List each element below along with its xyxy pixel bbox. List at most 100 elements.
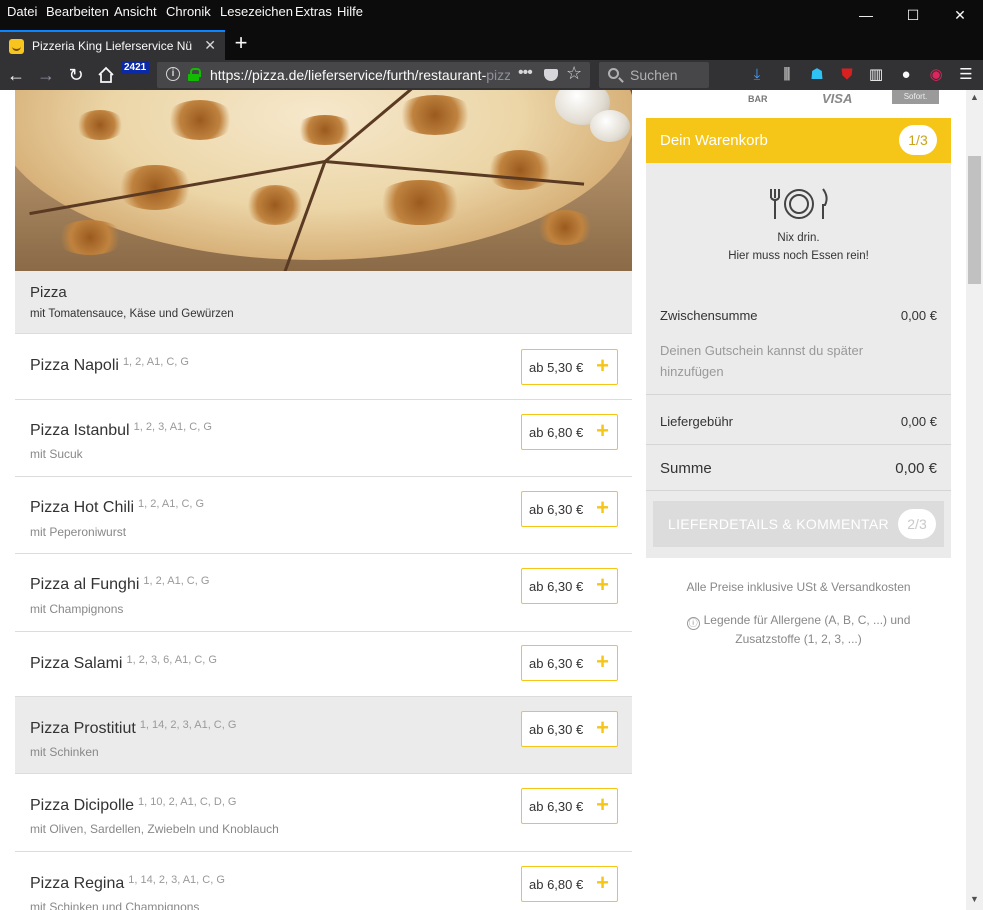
step-indicator: 2/3	[898, 509, 936, 539]
add-to-cart-button[interactable]: ab 6,80 € +	[521, 866, 618, 902]
dish-additives: 1, 14, 2, 3, A1, C, G	[139, 719, 237, 731]
tab-bar: Pizzeria King Lieferservice Nürnberg ✕ +	[0, 30, 983, 60]
dish-description: mit Sucuk	[30, 447, 83, 461]
dish-name: Pizza Prostitiut	[30, 720, 136, 737]
dish-price: ab 5,30 €	[529, 360, 584, 375]
address-bar[interactable]: i https://pizza.de/lieferservice/furth/r…	[157, 62, 590, 88]
scrollbar-thumb[interactable]	[968, 156, 981, 284]
new-tab-button[interactable]: +	[230, 32, 252, 56]
menu-chronik[interactable]: Chronik	[166, 4, 211, 19]
search-input[interactable]: Suchen	[599, 62, 709, 88]
menu-item-pizza-istanbul[interactable]: Pizza Istanbul 1, 2, 3, A1, C, G mit Sucu…	[15, 400, 632, 477]
dish-description: mit Schinken	[30, 745, 99, 759]
allergen-legend-link[interactable]: ⓘ Legende für Allergene (A, B, C, ...) un…	[676, 611, 921, 648]
menu-datei[interactable]: Datei	[7, 4, 37, 19]
menu-hilfe[interactable]: Hilfe	[337, 4, 363, 19]
dish-additives: 1, 2, A1, C, G	[122, 356, 189, 368]
category-description: mit Tomatensauce, Käse und Gewürzen	[30, 308, 234, 320]
site-info-icon[interactable]: i	[166, 67, 180, 81]
cart-body: Nix drin. Hier muss noch Essen rein! Zwi…	[646, 163, 951, 558]
minimize-button[interactable]: —	[843, 0, 889, 30]
payment-sofort: Sofort.	[892, 90, 939, 104]
menu-item-pizza-prostitiut[interactable]: Pizza Prostitiut 1, 14, 2, 3, A1, C, G mi…	[15, 697, 632, 774]
search-icon	[608, 68, 619, 79]
add-to-cart-button[interactable]: ab 5,30 € +	[521, 349, 618, 385]
dish-price: ab 6,30 €	[529, 722, 584, 737]
extension-icon[interactable]: ●	[896, 65, 916, 85]
add-to-cart-button[interactable]: ab 6,30 € +	[521, 491, 618, 527]
ghostery-icon[interactable]: ☗	[807, 65, 827, 85]
maximize-button[interactable]: ☐	[890, 0, 936, 30]
reload-button[interactable]: ↻	[64, 63, 88, 87]
menu-bar: Datei Bearbeiten Ansicht Chronik Lesezei…	[0, 0, 983, 30]
payment-visa: VISA	[822, 91, 853, 106]
tab-close-icon[interactable]: ✕	[204, 37, 216, 54]
menu-item-pizza-hot-chili[interactable]: Pizza Hot Chili 1, 2, A1, C, G mit Pepero…	[15, 477, 632, 554]
lock-icon[interactable]	[188, 68, 201, 81]
dish-name: Pizza Napoli	[30, 357, 119, 374]
dish-price: ab 6,30 €	[529, 799, 584, 814]
dish-description: mit Champignons	[30, 602, 124, 616]
cart-empty-title: Nix drin.	[777, 232, 820, 244]
pocket-icon[interactable]	[544, 69, 558, 81]
divider	[646, 490, 951, 491]
tab-pizzeria-king[interactable]: Pizzeria King Lieferservice Nürnberg ✕	[0, 30, 225, 60]
dish-name: Pizza Regina	[30, 875, 125, 892]
add-to-cart-button[interactable]: ab 6,30 € +	[521, 645, 618, 681]
forward-arrow-icon: →	[37, 65, 55, 85]
menu-item-pizza-regina[interactable]: Pizza Regina 1, 14, 2, 3, A1, C, G mit Sc…	[15, 852, 632, 910]
menu-item-pizza-salami[interactable]: Pizza Salami 1, 2, 3, 6, A1, C, G ab 6,30…	[15, 632, 632, 697]
add-to-cart-button[interactable]: ab 6,30 € +	[521, 568, 618, 604]
menu-item-pizza-dicipolle[interactable]: Pizza Dicipolle 1, 10, 2, A1, C, D, G mit…	[15, 774, 632, 852]
menu-extras[interactable]: Extras	[295, 4, 332, 19]
dish-name: Pizza Hot Chili	[30, 499, 135, 516]
downloads-icon[interactable]: ⤓	[747, 65, 767, 85]
addon-counter-badge[interactable]: 2421	[121, 61, 150, 74]
subtotal-label: Zwischensumme	[660, 308, 758, 323]
ublock-icon[interactable]: ⛊	[837, 65, 857, 85]
scroll-up-icon[interactable]: ▲	[970, 92, 979, 102]
page-actions-icon[interactable]: •••	[518, 64, 533, 82]
menu-lesezeichen[interactable]: Lesezeichen	[220, 4, 293, 19]
close-window-button[interactable]: ✕	[937, 0, 983, 30]
cart-header: Dein Warenkorb 1/3	[646, 118, 951, 163]
calzone-pizza-image	[15, 90, 632, 271]
plus-icon: +	[596, 870, 609, 895]
plus-icon: +	[596, 572, 609, 597]
add-to-cart-button[interactable]: ab 6,30 € +	[521, 788, 618, 824]
total-row: Summe 0,00 €	[660, 460, 937, 477]
delivery-fee-label: Liefergebühr	[660, 414, 733, 429]
dish-additives: 1, 14, 2, 3, A1, C, G	[128, 874, 225, 886]
url-text[interactable]: https://pizza.de/lieferservice/furth/res…	[210, 67, 510, 83]
menu-bearbeiten[interactable]: Bearbeiten	[46, 4, 109, 19]
search-placeholder: Suchen	[630, 67, 678, 83]
pocket-extension-icon[interactable]: ◉	[926, 65, 946, 85]
delivery-details-button[interactable]: LIEFERDETAILS & KOMMENTAR 2/3	[653, 501, 944, 547]
scroll-down-icon[interactable]: ▼	[970, 894, 979, 904]
plus-icon: +	[596, 792, 609, 817]
cart-empty-subtitle: Hier muss noch Essen rein!	[728, 250, 869, 262]
menu-item-pizza-al-funghi[interactable]: Pizza al Funghi 1, 2, A1, C, G mit Champi…	[15, 554, 632, 632]
back-button[interactable]: ←	[4, 63, 28, 87]
dish-additives: 1, 2, 3, 6, A1, C, G	[126, 654, 217, 666]
category-header-pizza: Pizza mit Tomatensauce, Käse und Gewürze…	[15, 271, 632, 334]
plus-icon: +	[596, 353, 609, 378]
bookmark-star-icon[interactable]: ☆	[566, 63, 582, 84]
forward-button[interactable]: →	[34, 63, 58, 87]
add-to-cart-button[interactable]: ab 6,30 € +	[521, 711, 618, 747]
plus-icon: +	[596, 649, 609, 674]
page-scrollbar[interactable]: ▲ ▼	[966, 90, 983, 910]
dish-description: mit Oliven, Sardellen, Zwiebeln und Knob…	[30, 822, 279, 836]
dish-description: mit Peperoniwurst	[30, 525, 127, 539]
menu-item-pizza-napoli[interactable]: Pizza Napoli 1, 2, A1, C, G ab 5,30 € +	[15, 334, 632, 400]
sidebar-icon[interactable]: ▥	[866, 65, 886, 85]
add-to-cart-button[interactable]: ab 6,80 € +	[521, 414, 618, 450]
dish-description: mit Schinken und Champignons	[30, 900, 200, 910]
hamburger-menu-icon[interactable]: ☰	[956, 65, 976, 85]
menu-ansicht[interactable]: Ansicht	[114, 4, 157, 19]
dish-price: ab 6,80 €	[529, 877, 584, 892]
divider	[646, 444, 951, 445]
home-button[interactable]	[94, 63, 118, 87]
plus-icon: +	[596, 715, 609, 740]
library-icon[interactable]: ⫼	[777, 65, 797, 85]
